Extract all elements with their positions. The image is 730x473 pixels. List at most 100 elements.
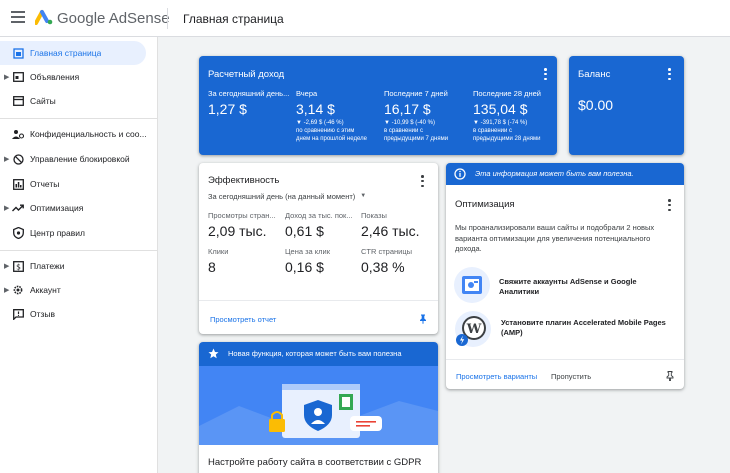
metric-value: 3,14 $ (296, 101, 335, 117)
svg-text:$: $ (16, 262, 21, 271)
metric-label: Цена за клик (285, 247, 331, 256)
metric-label: Последние 7 дней (384, 89, 448, 98)
sidebar-item-feedback[interactable]: Отзыв (0, 302, 158, 326)
performance-card: Эффективность За сегодняшний день (на да… (199, 163, 438, 334)
sidebar-item-label: Конфиденциальность и соо... (30, 129, 147, 139)
feature-banner-text: Новая функция, которая может быть вам по… (228, 349, 402, 358)
page-scrollbar[interactable] (724, 37, 730, 473)
sidebar-item-account[interactable]: ▶ Аккаунт (0, 278, 158, 302)
feature-title: Настройте работу сайта в соответствии с … (208, 457, 422, 468)
metric-comparison: ▼ -10,99 $ (-40 %) в сравнении с предыду… (384, 120, 449, 142)
view-options-link[interactable]: Просмотреть варианты (456, 372, 537, 381)
topbar-divider (167, 8, 168, 29)
sidebar-item-label: Оптимизация (30, 203, 84, 213)
top-app-bar: Google AdSense Главная страница (0, 0, 730, 37)
metric-value: 2,46 тыс. (361, 223, 420, 239)
sites-icon (12, 95, 24, 107)
metric-label: Показы (361, 211, 387, 220)
info-icon (454, 168, 466, 180)
balance-card: Баланс $0.00 (569, 56, 684, 155)
dropdown-arrow-icon: ▼ (360, 193, 367, 199)
optimization-item-text: Установите плагин Accelerated Mobile Pag… (501, 318, 666, 337)
payments-icon: $ (12, 260, 24, 272)
period-dropdown-value: За сегодняшний день (на данный момент) (208, 191, 356, 201)
policy-icon (12, 227, 24, 239)
pin-icon[interactable] (665, 371, 675, 381)
sidebar-item-home[interactable]: Главная страница (0, 41, 146, 65)
metric-label: Просмотры стран... (208, 211, 276, 220)
svg-text:W: W (466, 322, 482, 337)
metric-value: 2,09 тыс. (208, 223, 267, 239)
wordpress-amp-icon: W (455, 311, 491, 347)
more-options-icon[interactable] (544, 68, 548, 80)
more-options-icon[interactable] (668, 68, 672, 80)
metric-value: 0,38 % (361, 259, 405, 275)
estimated-earnings-card: Расчетный доход За сегодняшний день... 1… (199, 56, 557, 155)
sidebar: Главная страница ▶ Объявления Сайты Конф… (0, 37, 158, 473)
metric-value: 8 (208, 259, 216, 275)
sidebar-item-optimization[interactable]: ▶ Оптимизация (0, 196, 158, 220)
privacy-icon (12, 128, 24, 140)
sidebar-divider (0, 250, 158, 251)
sidebar-divider (0, 118, 158, 119)
menu-icon[interactable] (11, 11, 25, 23)
metric-label: Доход за тыс. пок... (285, 211, 353, 220)
metric-value: 135,04 $ (473, 101, 528, 117)
metric-value: 0,16 $ (285, 259, 324, 275)
expand-caret-icon: ▶ (4, 263, 10, 270)
sidebar-item-label: Отчеты (30, 179, 60, 189)
sidebar-item-ads[interactable]: ▶ Объявления (0, 65, 158, 89)
reports-icon (12, 178, 24, 190)
sidebar-item-sites[interactable]: Сайты (0, 89, 158, 113)
new-feature-card: Новая функция, которая может быть вам по… (199, 342, 438, 473)
sidebar-item-label: Сайты (30, 96, 56, 106)
card-title: Эффективность (208, 175, 280, 186)
card-title: Баланс (578, 69, 611, 80)
pin-icon[interactable] (418, 314, 428, 324)
expand-caret-icon: ▶ (4, 205, 10, 212)
adsense-logo-icon (35, 10, 53, 25)
expand-caret-icon: ▶ (4, 287, 10, 294)
sidebar-item-label: Аккаунт (30, 285, 61, 295)
metric-label: Клики (208, 247, 229, 256)
metric-label: Вчера (296, 89, 318, 98)
sidebar-item-label: Главная страница (30, 48, 102, 58)
view-report-link[interactable]: Просмотреть отчет (210, 315, 276, 324)
more-options-icon[interactable] (668, 199, 672, 211)
sidebar-item-blocking[interactable]: ▶ Управление блокировкой (0, 147, 158, 171)
card-divider (199, 300, 438, 301)
skip-link[interactable]: Пропустить (551, 372, 591, 381)
optimization-description: Мы проанализировали ваши сайты и подобра… (455, 223, 655, 253)
sidebar-item-label: Объявления (30, 72, 80, 82)
account-gear-icon (12, 284, 24, 296)
optimization-icon (12, 202, 24, 214)
metric-value: 16,17 $ (384, 101, 431, 117)
card-title: Расчетный доход (208, 69, 285, 80)
optimization-card: Эта информация может быть вам полезна. О… (446, 163, 684, 389)
sidebar-item-payments[interactable]: ▶ $ Платежи (0, 254, 158, 278)
sidebar-item-label: Платежи (30, 261, 65, 271)
sidebar-item-policy-center[interactable]: Центр правил (0, 221, 158, 245)
info-banner-text: Эта информация может быть вам полезна. (475, 169, 634, 178)
info-banner: Эта информация может быть вам полезна. (446, 163, 684, 185)
sidebar-item-reports[interactable]: Отчеты (0, 172, 158, 196)
sidebar-item-privacy[interactable]: Конфиденциальность и соо... (0, 122, 158, 146)
metric-comparison: ▼ -2,69 $ (-46 %) по сравнению с этим дн… (296, 120, 367, 142)
sidebar-item-label: Центр правил (30, 228, 85, 238)
metric-comparison: ▼ -391,78 $ (-74 %) в сравнении с предыд… (473, 120, 541, 142)
sidebar-item-label: Отзыв (30, 309, 56, 319)
more-options-icon[interactable] (421, 175, 425, 187)
ads-icon (12, 71, 24, 83)
optimization-item-analytics[interactable]: Свяжите аккаунты AdSense и Google Аналит… (453, 266, 678, 304)
metric-label: Последние 28 дней (473, 89, 541, 98)
card-divider (446, 359, 684, 360)
card-title: Оптимизация (455, 199, 515, 210)
gdpr-illustration (199, 366, 438, 445)
period-dropdown[interactable]: За сегодняшний день (на данный момент) ▼ (208, 190, 366, 202)
expand-caret-icon: ▶ (4, 74, 10, 81)
home-icon (12, 47, 24, 59)
balance-value: $0.00 (578, 97, 614, 113)
optimization-item-amp[interactable]: W Установите плагин Accelerated Mobile P… (453, 310, 678, 350)
logo-text: Google AdSense (57, 10, 170, 27)
sidebar-item-label: Управление блокировкой (30, 154, 130, 164)
